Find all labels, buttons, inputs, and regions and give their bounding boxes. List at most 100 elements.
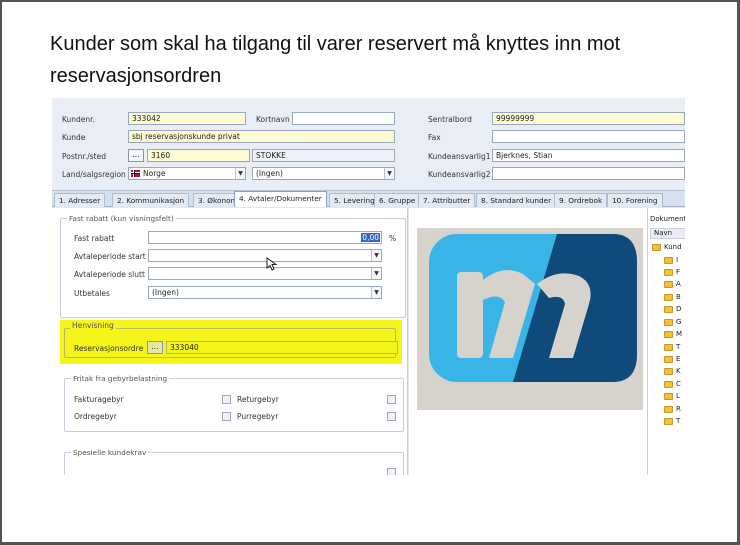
tab-kommunikasjon[interactable]: 2. Kommunikasjon: [112, 193, 190, 207]
tab-attributter[interactable]: 7. Attributter: [418, 193, 476, 207]
document-tree-pane: Dokument Navn Kund I F A B D G M T E K C…: [647, 208, 685, 475]
folder-item[interactable]: K: [676, 367, 681, 375]
kunde-label: Kunde: [62, 133, 86, 142]
land-value: Norge: [143, 169, 166, 178]
returgebyr-checkbox[interactable]: [387, 395, 396, 404]
folder-item[interactable]: R: [676, 405, 681, 413]
fakturagebyr-checkbox[interactable]: [222, 395, 231, 404]
kundenr-label: Kundenr.: [62, 115, 95, 124]
fast-rabatt-label: Fast rabatt: [74, 234, 115, 243]
fritak-title: Fritak fra gebyrbelastning: [71, 374, 170, 383]
customer-header-form: Kundenr. 333042 Kortnavn Kunde sbj reser…: [52, 98, 685, 190]
chevron-down-icon: ▼: [235, 168, 245, 179]
image-pane: [409, 208, 647, 475]
kundeansvarlig1-field[interactable]: Bjerknes, Stian: [492, 149, 685, 162]
folder-item[interactable]: B: [676, 293, 681, 301]
folder-item[interactable]: F: [676, 268, 680, 276]
spesielle-title: Spesielle kundekrav: [71, 448, 149, 457]
mouse-cursor-icon: [266, 257, 278, 271]
purregebyr-checkbox[interactable]: [387, 412, 396, 421]
folder-icon: [664, 393, 673, 400]
sentralbord-label: Sentralbord: [428, 115, 472, 124]
kundeansvarlig2-label: Kundeansvarlig2: [428, 170, 491, 179]
reservasjonsordre-field[interactable]: 333040: [166, 341, 398, 354]
norway-flag-icon: [131, 170, 140, 177]
tab-bar: 1. Adresser 2. Kommunikasjon 3. Økonomi …: [52, 190, 685, 207]
tab-gruppe[interactable]: 6. Gruppe: [374, 193, 421, 207]
folder-item[interactable]: T: [676, 343, 680, 351]
sentralbord-field[interactable]: 99999999: [492, 112, 685, 125]
folder-item[interactable]: C: [676, 380, 681, 388]
folder-icon: [664, 281, 673, 288]
kortnavn-field[interactable]: [292, 112, 395, 125]
kundeansvarlig2-field[interactable]: [492, 167, 685, 180]
kunde-field[interactable]: sbj reservasjonskunde privat: [128, 130, 395, 143]
tab-avtaler-dokumenter[interactable]: 4. Avtaler/Dokumenter: [234, 191, 327, 207]
reservasjonsordre-lookup-button[interactable]: ...: [147, 341, 163, 354]
avtaler-panel: Fast rabatt (kun visningsfelt) Fast raba…: [52, 208, 408, 475]
postnr-lookup-button[interactable]: ...: [128, 149, 144, 162]
chevron-down-icon: ▼: [371, 287, 381, 298]
fax-field[interactable]: [492, 130, 685, 143]
kundenr-field[interactable]: 333042: [128, 112, 246, 125]
fast-rabatt-value: 0,00: [361, 233, 380, 242]
region-select[interactable]: (Ingen) ▼: [252, 167, 395, 180]
folder-item[interactable]: I: [676, 256, 678, 264]
utbetales-value: (Ingen): [152, 288, 179, 297]
documents-title: Dokument: [650, 215, 685, 223]
folder-item[interactable]: T: [676, 417, 680, 425]
folder-icon: [652, 244, 661, 251]
chevron-down-icon: ▼: [371, 268, 381, 279]
utbetales-label: Utbetales: [74, 289, 110, 298]
tab-ordrebok[interactable]: 9. Ordrebok: [554, 193, 608, 207]
percent-sign: %: [389, 234, 397, 243]
company-logo-image: [417, 228, 643, 410]
avtaleperiode-slutt-field[interactable]: ▼: [148, 267, 382, 280]
chevron-down-icon: ▼: [384, 168, 394, 179]
folder-item[interactable]: L: [676, 392, 680, 400]
folder-icon: [664, 368, 673, 375]
avtaleperiode-start-field[interactable]: ▼: [148, 249, 382, 262]
fax-label: Fax: [428, 133, 441, 142]
region-value: (Ingen): [256, 169, 283, 178]
folder-item[interactable]: E: [676, 355, 680, 363]
folder-icon: [664, 406, 673, 413]
folder-item[interactable]: M: [676, 330, 682, 338]
ordregebyr-checkbox[interactable]: [222, 412, 231, 421]
folder-item[interactable]: D: [676, 305, 681, 313]
ordregebyr-label: Ordregebyr: [74, 412, 117, 421]
fast-rabatt-field[interactable]: 0,00: [148, 231, 382, 244]
name-column-header[interactable]: Navn: [650, 228, 685, 239]
folder-icon: [664, 381, 673, 388]
kundeansvarlig1-label: Kundeansvarlig1: [428, 152, 491, 161]
reservasjonsordre-label: Reservasjonsordre: [74, 344, 144, 353]
fritak-group: Fritak fra gebyrbelastning: [64, 374, 404, 432]
tab-forening[interactable]: 10. Forening: [607, 193, 663, 207]
folder-icon: [664, 306, 673, 313]
folder-icon: [664, 331, 673, 338]
logo-icon: [429, 234, 637, 382]
postnr-label: Postnr./sted: [62, 152, 106, 161]
folder-icon: [664, 356, 673, 363]
app-screenshot: Kundenr. 333042 Kortnavn Kunde sbj reser…: [52, 98, 685, 475]
land-select[interactable]: Norge ▼: [128, 167, 246, 180]
postnr-field[interactable]: 3160: [147, 149, 250, 162]
folder-icon: [664, 319, 673, 326]
documents-root[interactable]: Kund: [664, 243, 682, 251]
tab-levering[interactable]: 5. Levering: [329, 193, 380, 207]
fakturagebyr-label: Fakturagebyr: [74, 395, 124, 404]
chevron-down-icon: ▼: [371, 250, 381, 261]
spesielle-checkbox[interactable]: [387, 468, 396, 475]
folder-icon: [664, 257, 673, 264]
tab-standard-kunder[interactable]: 8. Standard kunder: [476, 193, 557, 207]
folder-item[interactable]: A: [676, 280, 681, 288]
purregebyr-label: Purregebyr: [237, 412, 279, 421]
avtaleperiode-slutt-label: Avtaleperiode slutt: [74, 270, 145, 279]
tab-adresser[interactable]: 1. Adresser: [54, 193, 106, 207]
kortnavn-label: Kortnavn: [256, 115, 290, 124]
fast-rabatt-title: Fast rabatt (kun visningsfelt): [67, 214, 176, 223]
folder-item[interactable]: G: [676, 318, 681, 326]
land-label: Land/salgsregion: [62, 170, 126, 179]
utbetales-select[interactable]: (Ingen) ▼: [148, 286, 382, 299]
folder-icon: [664, 269, 673, 276]
